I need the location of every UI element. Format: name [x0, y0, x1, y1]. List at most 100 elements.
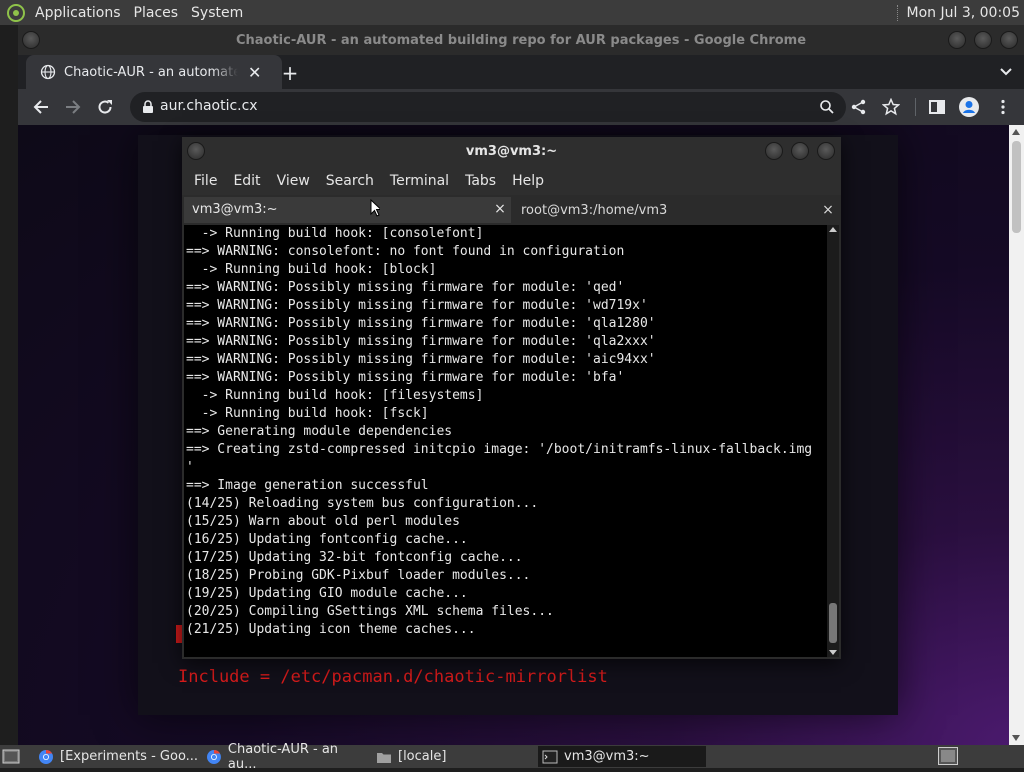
terminal-line: -> Running build hook: [block]	[186, 262, 437, 277]
new-tab-button[interactable]: +	[280, 61, 300, 85]
taskbar-item-label: vm3@vm3:~	[564, 749, 650, 764]
address-url: aur.chaotic.cx	[160, 98, 258, 114]
terminal-line: (18/25) Probing GDK-Pixbuf loader module…	[186, 568, 531, 583]
close-icon[interactable]: ×	[493, 201, 507, 217]
menu-help[interactable]: Help	[504, 173, 552, 189]
close-icon[interactable]: ×	[821, 202, 835, 218]
bookmark-star-icon[interactable]	[882, 98, 900, 116]
terminal-tabbar: vm3@vm3:~ × root@vm3:/home/vm3 ×	[182, 195, 841, 225]
terminal-line: (15/25) Warn about old perl modules	[186, 514, 460, 529]
close-button[interactable]	[1000, 31, 1018, 49]
terminal-window-title: vm3@vm3:~	[465, 144, 558, 159]
forward-arrow-icon[interactable]	[64, 98, 82, 116]
scroll-up-arrow-icon[interactable]	[1012, 129, 1020, 135]
zoom-search-icon[interactable]	[818, 98, 836, 116]
address-bar[interactable]: aur.chaotic.cx	[130, 92, 846, 122]
scrollbar-thumb[interactable]	[829, 603, 837, 643]
chrome-tab-title: Chaotic-AUR - an automated b	[64, 64, 238, 80]
menu-search[interactable]: Search	[318, 173, 382, 189]
chrome-titlebar[interactable]: Chaotic-AUR - an automated building repo…	[18, 25, 1024, 55]
terminal-line: ==> Generating module dependencies	[186, 424, 453, 439]
show-desktop-icon[interactable]	[2, 748, 20, 765]
terminal-window: vm3@vm3:~ File Edit View Search Terminal…	[182, 137, 841, 659]
chrome-icon	[39, 749, 53, 764]
side-panel-icon[interactable]	[928, 98, 946, 116]
taskbar-item-label: Chaotic-AUR - an au...	[227, 741, 339, 772]
chrome-tab-active[interactable]: Chaotic-AUR - an automated b ✕	[26, 55, 282, 89]
page-scrollbar[interactable]	[1009, 125, 1024, 745]
terminal-line: ==> WARNING: Possibly missing firmware f…	[186, 334, 656, 349]
terminal-line: ==> WARNING: Possibly missing firmware f…	[186, 370, 625, 385]
applications-menu[interactable]: Applications	[32, 5, 131, 21]
terminal-icon	[542, 750, 558, 763]
terminal-line: (21/25) Updating icon theme caches...	[186, 622, 476, 637]
mouse-cursor-icon	[370, 199, 380, 217]
menu-terminal[interactable]: Terminal	[382, 173, 457, 189]
places-menu[interactable]: Places	[131, 5, 189, 21]
taskbar-item-terminal[interactable]: vm3@vm3:~	[538, 746, 706, 767]
close-button[interactable]	[817, 142, 835, 160]
workspace-switcher[interactable]	[938, 747, 958, 765]
maximize-button[interactable]	[791, 142, 809, 160]
terminal-titlebar[interactable]: vm3@vm3:~	[182, 137, 841, 167]
tab-close-icon[interactable]: ✕	[248, 63, 261, 82]
back-arrow-icon[interactable]	[32, 98, 50, 116]
terminal-menubar: File Edit View Search Terminal Tabs Help	[182, 167, 841, 195]
terminal-line: ==> Creating zstd-compressed initcpio im…	[186, 442, 813, 457]
taskbar-item-experiments[interactable]: [Experiments - Goo...	[34, 746, 200, 767]
terminal-tab-active[interactable]: vm3@vm3:~ ×	[184, 197, 511, 223]
panel-clock[interactable]: Mon Jul 3, 00:05	[907, 5, 1024, 21]
kebab-menu-icon[interactable]	[994, 98, 1012, 116]
terminal-output[interactable]: -> Running build hook: [consolefont] ==> …	[184, 225, 839, 657]
terminal-line: -> Running build hook: [fsck]	[186, 406, 429, 421]
top-panel: Applications Places System Mon Jul 3, 00…	[0, 0, 1024, 25]
terminal-line: (14/25) Reloading system bus configurati…	[186, 496, 539, 511]
scroll-up-arrow-icon[interactable]	[829, 227, 837, 232]
chrome-toolbar: aur.chaotic.cx	[18, 89, 1024, 125]
chrome-icon	[206, 749, 221, 764]
terminal-line: -> Running build hook: [consolefont]	[186, 226, 484, 241]
lock-icon[interactable]	[142, 100, 154, 114]
minimize-button[interactable]	[948, 31, 966, 49]
maximize-button[interactable]	[974, 31, 992, 49]
profile-avatar-icon[interactable]	[958, 96, 980, 118]
terminal-line: ==> WARNING: Possibly missing firmware f…	[186, 316, 656, 331]
terminal-line: '	[186, 460, 194, 475]
terminal-line: (20/25) Compiling GSettings XML schema f…	[186, 604, 554, 619]
scrollbar-thumb[interactable]	[1012, 141, 1021, 233]
terminal-line: ==> Image generation successful	[186, 478, 429, 493]
folder-icon	[377, 752, 391, 763]
panel-separator	[896, 4, 899, 21]
terminal-line: -> Running build hook: [filesystems]	[186, 388, 484, 403]
terminal-scrollbar[interactable]	[827, 225, 839, 657]
taskbar-item-label: [Experiments - Goo...	[60, 749, 199, 764]
menu-tabs[interactable]: Tabs	[457, 173, 504, 189]
terminal-tab-root[interactable]: root@vm3:/home/vm3 ×	[513, 197, 839, 223]
terminal-line: ==> WARNING: consolefont: no font found …	[186, 244, 625, 259]
reload-icon[interactable]	[96, 98, 114, 116]
terminal-tab-label: root@vm3:/home/vm3	[521, 202, 668, 218]
terminal-line: ==> WARNING: Possibly missing firmware f…	[186, 352, 656, 367]
distro-logo-icon[interactable]	[6, 3, 26, 23]
taskbar-item-chaotic-aur[interactable]: Chaotic-AUR - an au...	[202, 742, 370, 772]
globe-icon	[40, 64, 56, 80]
terminal-line: ==> WARNING: Possibly missing firmware f…	[186, 298, 648, 313]
scroll-down-arrow-icon[interactable]	[829, 650, 837, 655]
share-icon[interactable]	[850, 98, 868, 116]
taskbar-item-locale[interactable]: [locale]	[372, 746, 536, 767]
chrome-window-title: Chaotic-AUR - an automated building repo…	[235, 33, 807, 48]
chrome-tabbar: Chaotic-AUR - an automated b ✕ +	[18, 55, 1024, 89]
chevron-down-icon[interactable]	[998, 63, 1014, 79]
minimize-button[interactable]	[765, 142, 783, 160]
terminal-lines: -> Running build hook: [consolefont] ==> …	[186, 225, 824, 639]
menu-file[interactable]: File	[186, 173, 225, 189]
system-menu[interactable]: System	[188, 5, 253, 21]
taskbar-item-label: [locale]	[398, 749, 447, 764]
menu-edit[interactable]: Edit	[225, 173, 268, 189]
terminal-line: (16/25) Updating fontconfig cache...	[186, 532, 468, 547]
terminal-line: (17/25) Updating 32-bit fontconfig cache…	[186, 550, 523, 565]
terminal-tab-label: vm3@vm3:~	[192, 201, 278, 217]
menu-view[interactable]: View	[269, 173, 318, 189]
scroll-down-arrow-icon[interactable]	[1012, 735, 1020, 741]
terminal-line: (19/25) Updating GIO module cache...	[186, 586, 468, 601]
